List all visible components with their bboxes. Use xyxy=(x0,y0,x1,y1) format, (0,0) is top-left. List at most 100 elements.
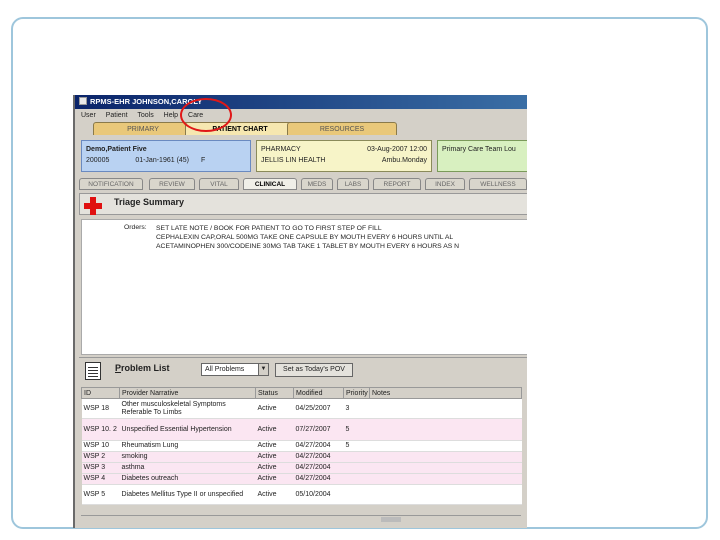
title-bar: RPMS-EHR JOHNSON,CAROLY xyxy=(75,95,527,109)
table-row[interactable]: WSP 3 asthma Active 04/27/2004 xyxy=(81,462,522,474)
problem-filter-select[interactable]: All Problems ▼ xyxy=(201,363,269,376)
cell-modified: 04/27/2004 xyxy=(293,440,344,452)
cell-priority: 3 xyxy=(343,398,370,419)
set-pov-button[interactable]: Set as Today's POV xyxy=(275,363,353,377)
patient-sex: F xyxy=(200,157,206,164)
subtab-index[interactable]: INDEX xyxy=(425,178,465,190)
table-row[interactable]: WSP 2 smoking Active 04/27/2004 xyxy=(81,451,522,463)
tab-resources[interactable]: RESOURCES xyxy=(287,122,397,135)
cell-modified: 07/27/2007 xyxy=(293,418,344,441)
cell-notes xyxy=(369,398,522,419)
problem-filter-value: All Problems xyxy=(205,366,245,373)
cell-notes xyxy=(369,440,522,452)
cell-notes xyxy=(369,418,522,441)
subtab-notification[interactable]: NOTIFICATION xyxy=(79,178,143,190)
subtab-labs[interactable]: LABS xyxy=(337,178,369,190)
visit-datetime: 03-Aug-2007 12:00 xyxy=(367,146,427,153)
cell-status: Active xyxy=(255,462,294,474)
menu-patient[interactable]: Patient xyxy=(106,112,128,119)
order-line: CEPHALEXIN CAP,ORAL 500MG TAKE ONE CAPSU… xyxy=(156,234,454,241)
cell-modified: 04/27/2004 xyxy=(293,473,344,485)
orders-panel: Orders: SET LATE NOTE / BOOK FOR PATIENT… xyxy=(81,219,527,355)
cell-id: WSP 4 xyxy=(81,473,120,485)
menu-help[interactable]: Help xyxy=(164,112,178,119)
cell-priority xyxy=(343,473,370,485)
patient-name: Demo,Patient Five xyxy=(86,146,147,153)
cell-priority xyxy=(343,451,370,463)
cell-priority xyxy=(343,484,370,505)
order-line: SET LATE NOTE / BOOK FOR PATIENT TO GO T… xyxy=(156,225,382,232)
cell-status: Active xyxy=(255,440,294,452)
subtab-review[interactable]: REVIEW xyxy=(149,178,195,190)
cell-status: Active xyxy=(255,398,294,419)
cell-priority: 5 xyxy=(343,440,370,452)
order-line: ACETAMINOPHEN 300/CODEINE 30MG TAB TAKE … xyxy=(156,243,460,250)
cell-narrative: Diabetes Mellitus Type II or unspecified xyxy=(119,484,256,505)
table-row[interactable]: WSP 4 Diabetes outreach Active 04/27/200… xyxy=(81,473,522,485)
chevron-down-icon[interactable]: ▼ xyxy=(258,364,268,375)
menu-tools[interactable]: Tools xyxy=(137,112,153,119)
cell-status: Active xyxy=(255,418,294,441)
table-row[interactable]: WSP 10. 2 Unspecified Essential Hyperten… xyxy=(81,418,522,441)
visit-info-box[interactable]: PHARMACY 03-Aug-2007 12:00 JELLIS LIN HEA… xyxy=(256,140,432,172)
visit-location: JELLIS LIN HEALTH xyxy=(261,157,326,164)
cell-narrative: Unspecified Essential Hypertension xyxy=(119,418,256,441)
problem-list-title: Problem List xyxy=(115,363,170,373)
chart-sub-tabs: NOTIFICATION REVIEW VITAL CLINICAL MEDS … xyxy=(75,178,527,190)
table-row[interactable]: WSP 10 Rheumatism Lung Active 04/27/2004… xyxy=(81,440,522,452)
subtab-meds[interactable]: MEDS xyxy=(301,178,333,190)
cell-notes xyxy=(369,484,522,505)
column-header-status[interactable]: Status xyxy=(255,387,294,399)
cell-status: Active xyxy=(255,451,294,463)
cell-narrative: smoking xyxy=(119,451,256,463)
top-tabs: PRIMARY PATIENT CHART RESOURCES xyxy=(75,122,527,135)
cell-narrative: Other musculoskeletal Symptoms Referable… xyxy=(119,398,256,419)
cell-modified: 05/10/2004 xyxy=(293,484,344,505)
care-team-box[interactable]: Primary Care Team Lou xyxy=(437,140,527,172)
table-row[interactable]: WSP 5 Diabetes Mellitus Type II or unspe… xyxy=(81,484,522,505)
patient-dob: 01-Jan-1961 (45) xyxy=(135,157,190,164)
visit-title: PHARMACY xyxy=(261,146,301,153)
column-header-narrative[interactable]: Provider Narrative xyxy=(119,387,256,399)
subtab-wellness[interactable]: WELLNESS xyxy=(469,178,527,190)
notepad-icon xyxy=(85,362,101,380)
cell-priority xyxy=(343,462,370,474)
tab-primary[interactable]: PRIMARY xyxy=(93,122,193,135)
cell-narrative: asthma xyxy=(119,462,256,474)
patient-info-box[interactable]: Demo,Patient Five 200005 01-Jan-1961 (45… xyxy=(81,140,251,172)
column-header-priority[interactable]: Priority xyxy=(343,387,370,399)
table-header-row: ID Provider Narrative Status Modified Pr… xyxy=(81,387,522,399)
table-row[interactable]: WSP 18 Other musculoskeletal Symptoms Re… xyxy=(81,398,522,419)
menu-user[interactable]: User xyxy=(81,112,96,119)
cell-id: WSP 10 xyxy=(81,440,120,452)
column-header-notes[interactable]: Notes xyxy=(369,387,522,399)
subtab-clinical[interactable]: CLINICAL xyxy=(243,178,297,190)
cell-notes xyxy=(369,462,522,474)
cell-status: Active xyxy=(255,484,294,505)
subtab-report[interactable]: REPORT xyxy=(373,178,421,190)
cell-id: WSP 18 xyxy=(81,398,120,419)
horizontal-scrollbar[interactable] xyxy=(81,515,521,522)
triage-title: Triage Summary xyxy=(114,197,185,207)
scrollbar-thumb[interactable] xyxy=(381,517,401,522)
highlight-circle xyxy=(180,98,232,132)
cell-modified: 04/27/2004 xyxy=(293,451,344,463)
column-header-modified[interactable]: Modified xyxy=(293,387,344,399)
subtab-vital[interactable]: VITAL xyxy=(199,178,239,190)
cell-status: Active xyxy=(255,473,294,485)
cell-priority: 5 xyxy=(343,418,370,441)
orders-label: Orders: xyxy=(124,224,147,231)
column-header-id[interactable]: ID xyxy=(81,387,120,399)
menu-bar: User Patient Tools Help Care xyxy=(75,110,527,121)
cell-id: WSP 3 xyxy=(81,462,120,474)
patient-chart-number: 200005 xyxy=(86,157,110,164)
ehr-window: RPMS-EHR JOHNSON,CAROLY User Patient Too… xyxy=(73,95,527,528)
cell-modified: 04/25/2007 xyxy=(293,398,344,419)
visit-provider: Ambu.Monday xyxy=(381,157,427,164)
triage-summary-header: Triage Summary xyxy=(79,193,527,215)
care-team-label: Primary Care Team Lou xyxy=(442,146,516,153)
cell-modified: 04/27/2004 xyxy=(293,462,344,474)
cell-id: WSP 10. 2 xyxy=(81,418,120,441)
app-icon xyxy=(79,97,87,105)
problem-table: ID Provider Narrative Status Modified Pr… xyxy=(81,387,522,505)
